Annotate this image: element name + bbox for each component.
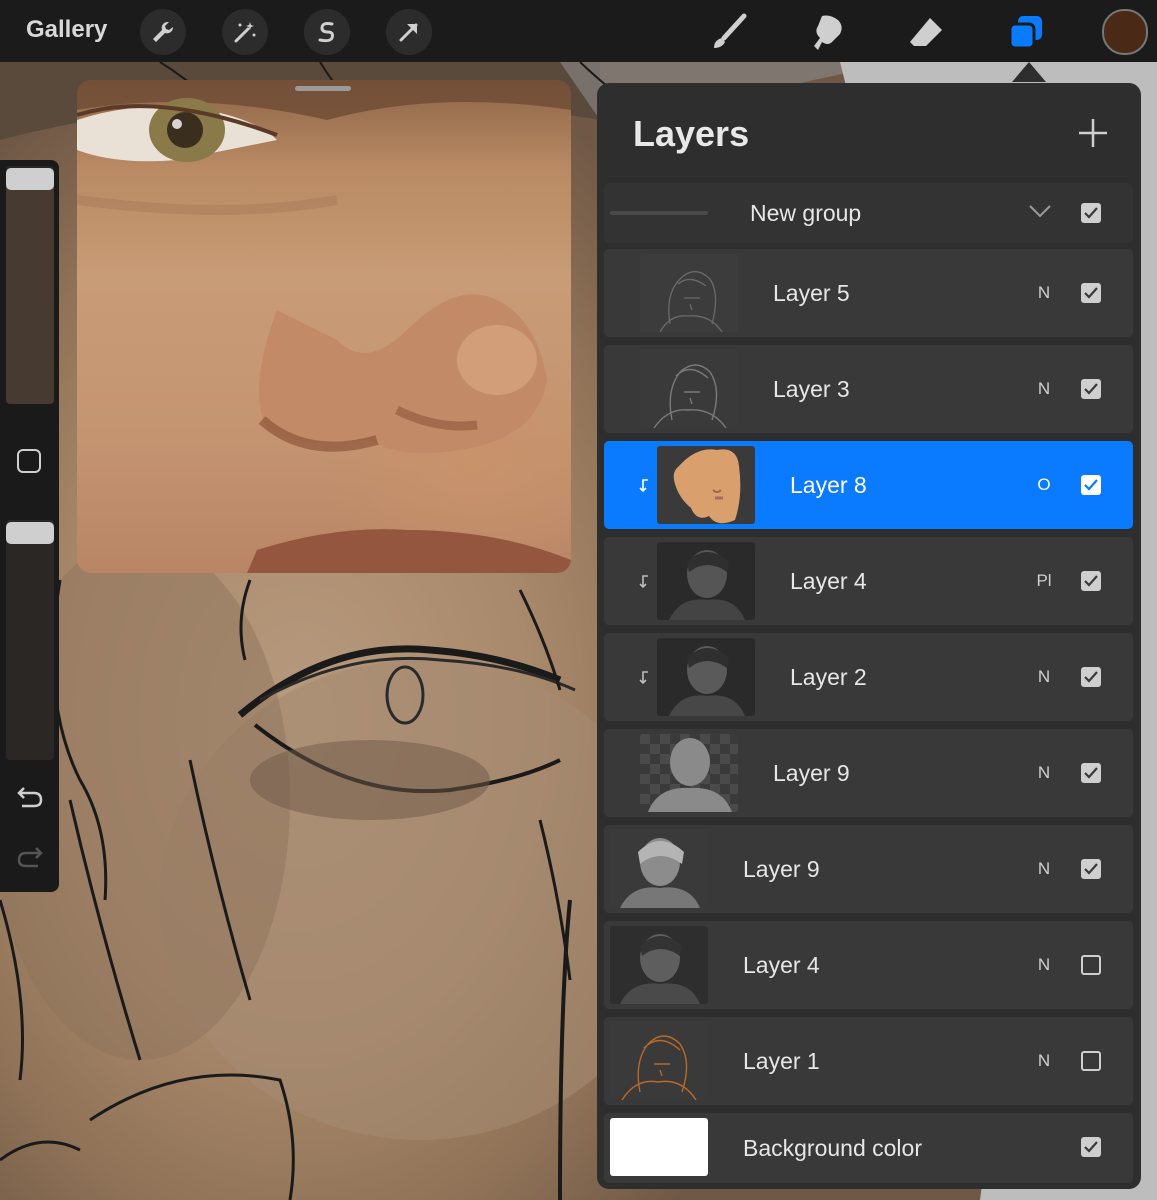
- layer-visibility-checkbox[interactable]: [1081, 859, 1101, 879]
- layer-thumbnail: [640, 734, 738, 812]
- magic-wand-icon[interactable]: [222, 9, 268, 55]
- layer-row[interactable]: Layer 1 N: [604, 1017, 1133, 1105]
- reference-window[interactable]: [77, 80, 571, 573]
- blend-mode-button[interactable]: Pl: [1024, 537, 1064, 625]
- blend-mode-button[interactable]: N: [1024, 633, 1064, 721]
- layer-row[interactable]: Layer 2 N: [604, 633, 1133, 721]
- layer-visibility-checkbox[interactable]: [1081, 379, 1101, 399]
- layers-icon[interactable]: [1002, 8, 1050, 56]
- layer-row[interactable]: Layer 3 N: [604, 345, 1133, 433]
- layer-visibility-checkbox[interactable]: [1081, 1051, 1101, 1071]
- layer-thumbnail: [657, 446, 755, 524]
- background-color-row[interactable]: Background color: [604, 1113, 1133, 1183]
- background-visibility-checkbox[interactable]: [1081, 1137, 1101, 1157]
- layer-thumbnail: [657, 542, 755, 620]
- wrench-icon[interactable]: [140, 9, 186, 55]
- group-thumbnail: [610, 211, 708, 215]
- layer-row[interactable]: Layer 5 N: [604, 249, 1133, 337]
- layer-thumbnail: [610, 1022, 708, 1100]
- layer-visibility-checkbox[interactable]: [1081, 955, 1101, 975]
- layer-row[interactable]: Layer 4 N: [604, 921, 1133, 1009]
- redo-icon[interactable]: [16, 842, 44, 875]
- layer-row-selected[interactable]: Layer 8 O: [604, 441, 1133, 529]
- layers-panel: Layers New group Layer 5 N Layer 3 N Lay…: [597, 83, 1141, 1189]
- layer-visibility-checkbox[interactable]: [1081, 475, 1101, 495]
- popover-pointer: [1012, 62, 1046, 82]
- layer-thumbnail: [610, 830, 708, 908]
- eraser-icon[interactable]: [902, 8, 950, 56]
- color-swatch[interactable]: [1102, 9, 1148, 55]
- layer-name: Layer 1: [743, 1048, 820, 1074]
- layer-thumbnail: [657, 638, 755, 716]
- clipping-mask-icon: [638, 477, 650, 493]
- opacity-thumb[interactable]: [6, 522, 54, 544]
- clipping-mask-icon: [638, 669, 650, 685]
- layer-thumbnail: [640, 254, 738, 332]
- blend-mode-button[interactable]: N: [1024, 249, 1064, 337]
- blend-mode-button[interactable]: O: [1024, 441, 1064, 529]
- blend-mode-button[interactable]: N: [1024, 1017, 1064, 1105]
- layer-visibility-checkbox[interactable]: [1081, 763, 1101, 783]
- layer-name: Layer 9: [743, 856, 820, 882]
- blend-mode-button[interactable]: N: [1024, 729, 1064, 817]
- layer-visibility-checkbox[interactable]: [1081, 667, 1101, 687]
- brush-size-slider[interactable]: [6, 166, 54, 404]
- layer-thumbnail: [640, 350, 738, 428]
- layer-row[interactable]: Layer 4 Pl: [604, 537, 1133, 625]
- selection-icon[interactable]: [304, 9, 350, 55]
- layer-name: Layer 4: [743, 952, 820, 978]
- square-icon[interactable]: [17, 449, 41, 473]
- layer-name: Background color: [743, 1135, 922, 1161]
- layer-name: Layer 4: [790, 568, 867, 594]
- blend-mode-button[interactable]: N: [1024, 345, 1064, 433]
- layer-name: Layer 2: [790, 664, 867, 690]
- opacity-slider[interactable]: [6, 520, 54, 760]
- layer-row[interactable]: Layer 9 N: [604, 729, 1133, 817]
- group-visibility-checkbox[interactable]: [1081, 203, 1101, 223]
- top-toolbar: Gallery: [0, 0, 1157, 62]
- layer-name: Layer 3: [773, 376, 850, 402]
- blend-mode-button[interactable]: N: [1024, 921, 1064, 1009]
- transform-arrow-icon[interactable]: [386, 9, 432, 55]
- gallery-button[interactable]: Gallery: [26, 16, 107, 44]
- clipping-mask-icon: [638, 573, 650, 589]
- panel-title: Layers: [633, 113, 750, 154]
- plus-icon[interactable]: [1073, 113, 1113, 153]
- undo-icon[interactable]: [16, 782, 44, 815]
- left-sidebar: [0, 160, 59, 892]
- brush-size-thumb[interactable]: [6, 168, 54, 190]
- reference-image: [77, 80, 571, 573]
- layer-name: Layer 5: [773, 280, 850, 306]
- layer-thumbnail: [610, 926, 708, 1004]
- blend-mode-button[interactable]: N: [1024, 825, 1064, 913]
- layer-name: Layer 8: [790, 472, 867, 498]
- layer-visibility-checkbox[interactable]: [1081, 283, 1101, 303]
- brush-icon[interactable]: [706, 8, 754, 56]
- group-name: New group: [750, 200, 862, 226]
- chevron-down-icon[interactable]: [1028, 203, 1052, 224]
- layer-row[interactable]: Layer 9 N: [604, 825, 1133, 913]
- smudge-icon[interactable]: [804, 8, 852, 56]
- layer-name: Layer 9: [773, 760, 850, 786]
- layer-group-row[interactable]: New group: [604, 183, 1133, 243]
- layer-visibility-checkbox[interactable]: [1081, 571, 1101, 591]
- reference-drag-handle[interactable]: [295, 86, 351, 91]
- background-color-swatch[interactable]: [610, 1118, 708, 1176]
